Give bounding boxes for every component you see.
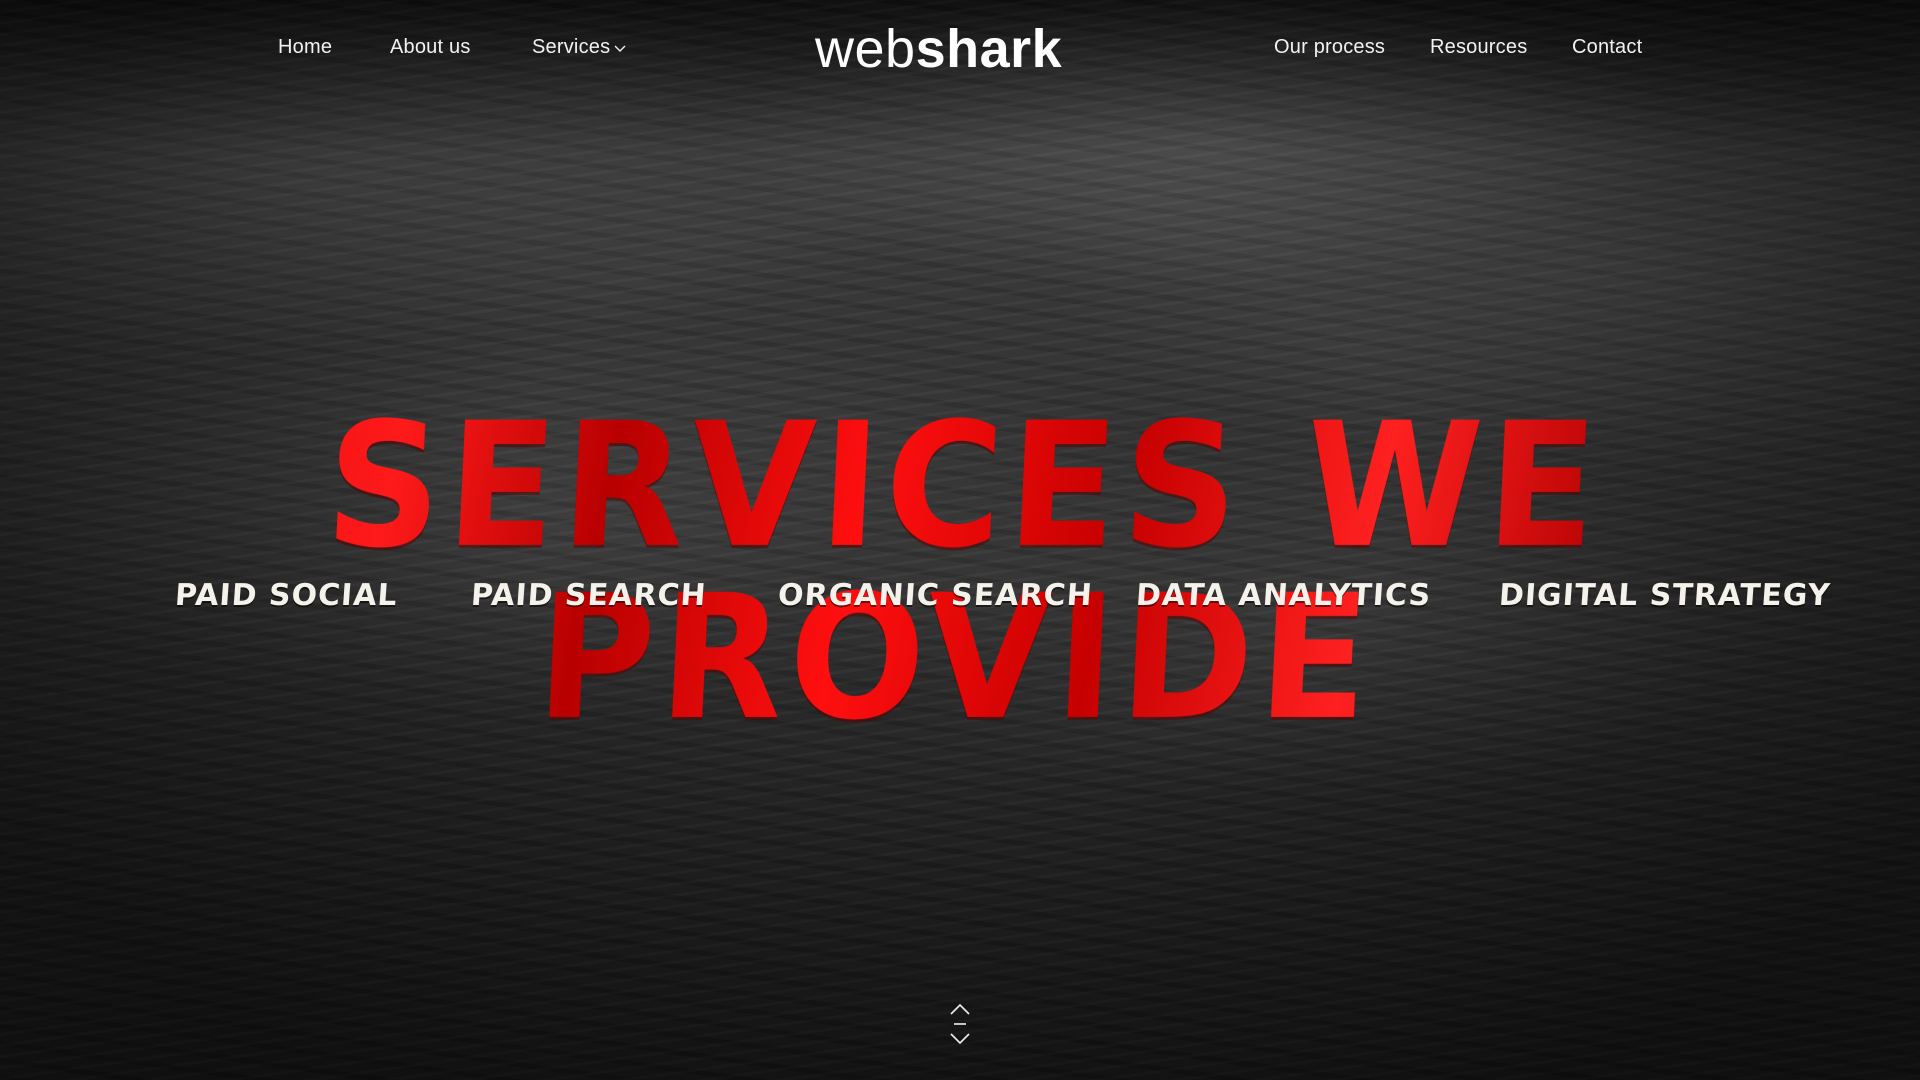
nav-contact[interactable]: Contact xyxy=(1572,36,1642,59)
top-nav: Home About us Services webshark Our proc… xyxy=(0,0,1920,100)
chevron-down-icon xyxy=(614,45,626,52)
service-paid-social[interactable]: PAID SOCIAL xyxy=(174,578,399,613)
webshark-logo[interactable]: webshark xyxy=(815,18,1062,80)
nav-services-label: Services xyxy=(532,36,611,58)
nav-home[interactable]: Home xyxy=(278,36,332,59)
hero-title: SERVICES WE PROVIDE xyxy=(59,385,1861,758)
nav-resources[interactable]: Resources xyxy=(1430,36,1527,59)
nav-services[interactable]: Services xyxy=(532,36,627,59)
service-paid-search[interactable]: PAID SEARCH xyxy=(470,578,708,613)
nav-our-process[interactable]: Our process xyxy=(1274,36,1385,59)
logo-web: web xyxy=(815,19,916,79)
chevron-down-icon[interactable] xyxy=(948,1030,972,1046)
service-organic-search[interactable]: ORGANIC SEARCH xyxy=(777,578,1094,613)
scroll-control xyxy=(948,1002,972,1048)
scroll-divider xyxy=(954,1023,966,1025)
service-digital-strategy[interactable]: DIGITAL STRATEGY xyxy=(1498,578,1832,613)
services-list: PAID SOCIAL PAID SEARCH ORGANIC SEARCH D… xyxy=(0,578,1920,628)
nav-about-us[interactable]: About us xyxy=(390,36,471,59)
logo-shark: shark xyxy=(915,19,1063,79)
service-data-analytics[interactable]: DATA ANALYTICS xyxy=(1135,578,1433,613)
chevron-up-icon[interactable] xyxy=(948,1002,972,1018)
